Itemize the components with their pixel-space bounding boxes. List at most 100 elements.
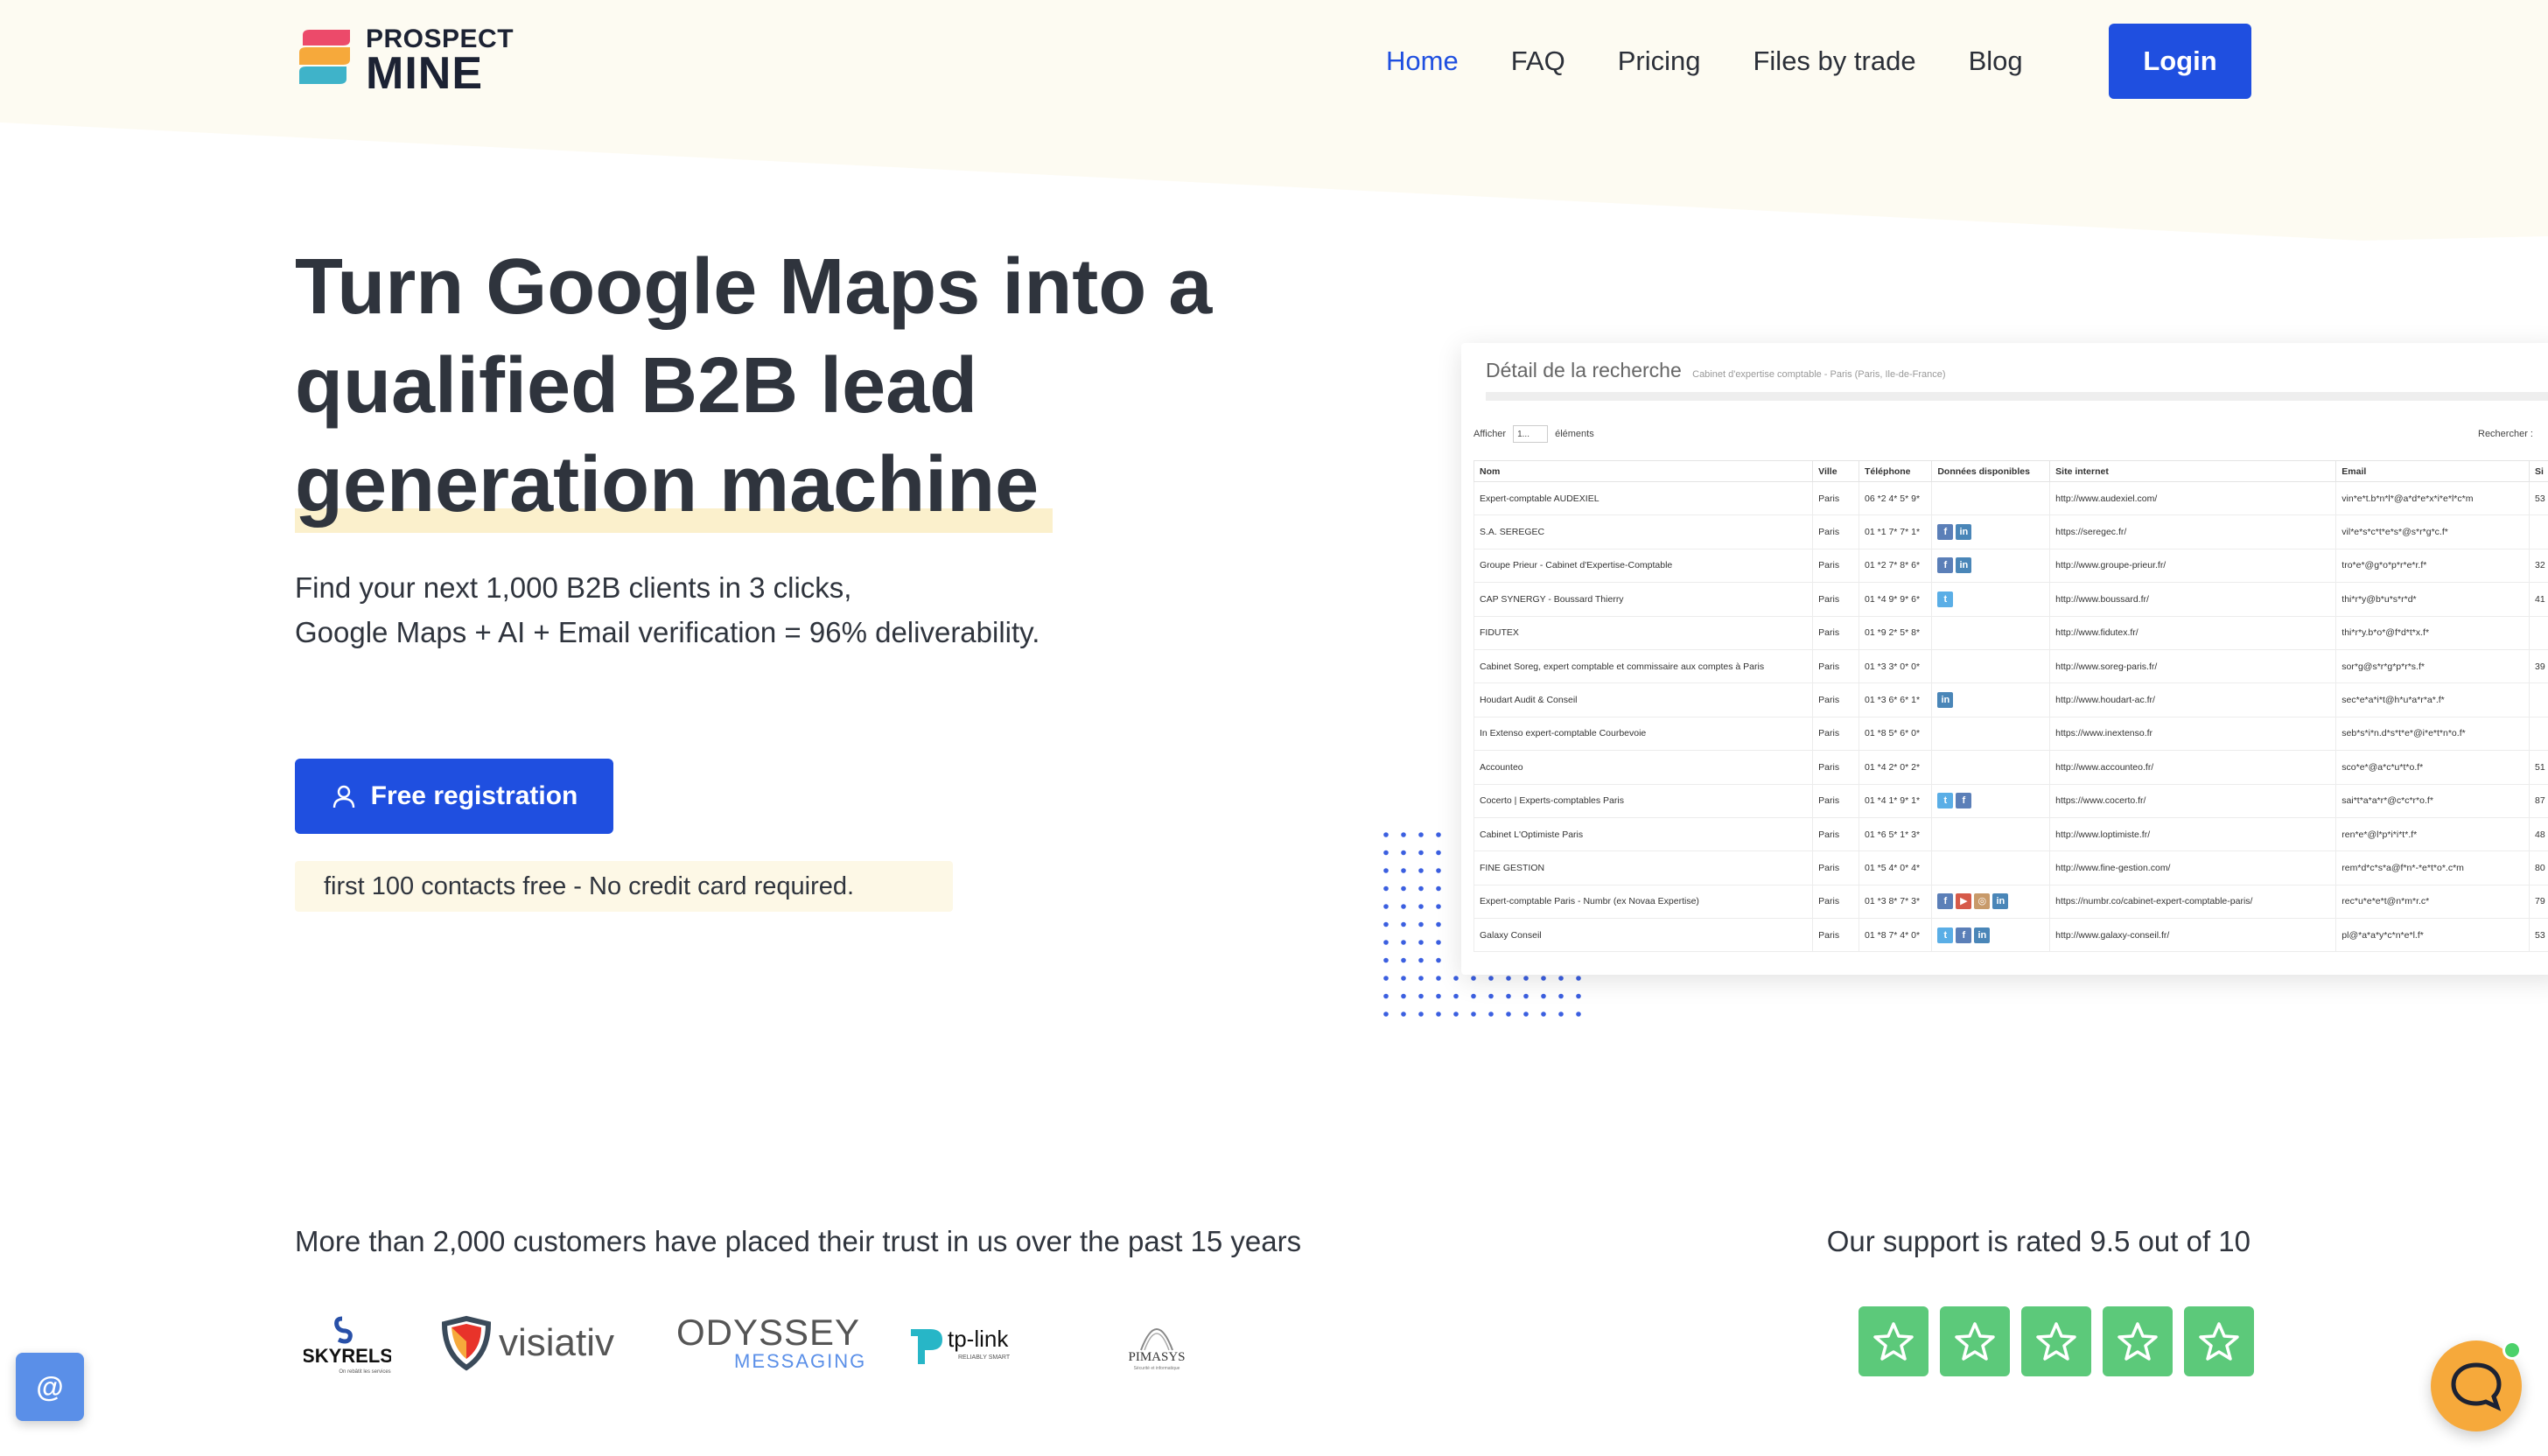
col-email[interactable]: Email	[2335, 460, 2530, 482]
svg-text:PIMASYS: PIMASYS	[1128, 1350, 1185, 1364]
logo-pimasys: PIMASYS Sécurité et informatique	[1122, 1304, 1192, 1382]
cell-phone: 01 *4 1* 9* 1*	[1858, 783, 1933, 818]
cell-city: Paris	[1812, 615, 1860, 650]
cell-city: Paris	[1812, 514, 1860, 550]
login-button[interactable]: Login	[2109, 24, 2251, 99]
table-row[interactable]: Cabinet Soreg, expert comptable et commi…	[1473, 648, 2548, 684]
cell-city: Paris	[1812, 480, 1860, 516]
facebook-icon[interactable]: f	[1956, 793, 1972, 809]
free-registration-button[interactable]: Free registration	[295, 759, 613, 834]
cell-si: 53	[2529, 480, 2548, 516]
cell-social	[1931, 615, 2051, 650]
cell-name: CAP SYNERGY - Boussard Thierry	[1473, 582, 1814, 617]
linkedin-icon[interactable]: in	[1974, 927, 1991, 943]
nav-home[interactable]: Home	[1386, 46, 1459, 77]
facebook-icon[interactable]: f	[1937, 524, 1954, 541]
cell-site: https://www.inextenso.fr	[2049, 716, 2337, 752]
table-row[interactable]: CAP SYNERGY - Boussard Thierry Paris 01 *4…	[1473, 582, 2548, 617]
col-site[interactable]: Site internet	[2049, 460, 2337, 482]
table-row[interactable]: Cocerto | Experts-comptables Paris Paris 0…	[1473, 783, 2548, 818]
facebook-icon[interactable]: f	[1937, 893, 1954, 910]
table-row[interactable]: Houdart Audit & Conseil Paris 01 *3 6* 6* …	[1473, 682, 2548, 718]
cell-email: pl@*a*a*y*c*n*e*l.f*	[2335, 918, 2530, 953]
preview-title-text: Détail de la recherche	[1486, 359, 1682, 382]
instagram-icon[interactable]: ◎	[1974, 893, 1991, 910]
table-row[interactable]: Expert-comptable Paris - Numbr (ex Novaa…	[1473, 884, 2548, 920]
brand-logo[interactable]: PROSPECT MINE	[296, 26, 514, 96]
cell-site: http://www.soreg-paris.fr/	[2049, 648, 2337, 684]
cell-name: Cocerto | Experts-comptables Paris	[1473, 783, 1814, 818]
twitter-icon[interactable]: t	[1937, 927, 1954, 943]
hero-subtitle-line-2: Google Maps + AI + Email verification = …	[295, 616, 1040, 648]
cell-site: http://www.fidutex.fr/	[2049, 615, 2337, 650]
cell-social	[1931, 750, 2051, 785]
cell-email: sai*t*a*a*r*@c*c*r*o.f*	[2335, 783, 2530, 818]
hero-title-line-2: qualified B2B lead	[295, 342, 978, 430]
table-row[interactable]: Expert-comptable AUDEXIEL Paris 06 *2 4* 5…	[1473, 480, 2548, 516]
cell-phone: 01 *9 2* 5* 8*	[1858, 615, 1933, 650]
nav-files-by-trade[interactable]: Files by trade	[1753, 46, 1915, 77]
cell-phone: 01 *8 5* 6* 0*	[1858, 716, 1933, 752]
nav-faq[interactable]: FAQ	[1511, 46, 1565, 77]
cell-city: Paris	[1812, 648, 1860, 684]
cell-social: tf	[1931, 783, 2051, 818]
col-si[interactable]: Si	[2529, 460, 2548, 482]
twitter-icon[interactable]: t	[1937, 793, 1954, 809]
cell-email: ren*e*@l*p*i*i*t*.f*	[2335, 816, 2530, 852]
main-nav: Home FAQ Pricing Files by trade Blog	[1386, 24, 2548, 99]
svg-text:RELIABLY SMART: RELIABLY SMART	[958, 1354, 1011, 1361]
results-table: Nom Ville Téléphone Données disponibles …	[1473, 460, 2548, 953]
facebook-icon[interactable]: f	[1956, 927, 1972, 943]
cell-site: http://www.fine-gestion.com/	[2049, 850, 2337, 886]
email-widget-button[interactable]: @	[16, 1353, 84, 1421]
table-row[interactable]: FIDUTEX Paris 01 *9 2* 5* 8* http://www.fid…	[1473, 615, 2548, 650]
cell-social	[1931, 716, 2051, 752]
preview-elements-label: éléments	[1555, 429, 1594, 439]
linkedin-icon[interactable]: in	[1937, 692, 1954, 709]
cell-si: 53	[2529, 918, 2548, 953]
logo-odyssey: ODYSSEY MESSAGING	[676, 1304, 866, 1382]
logo-text-bottom: MINE	[366, 48, 483, 99]
table-row[interactable]: S.A. SEREGEC Paris 01 *1 7* 7* 1* f in https:…	[1473, 514, 2548, 550]
facebook-icon[interactable]: f	[1937, 557, 1954, 574]
linkedin-icon[interactable]: in	[1956, 557, 1972, 574]
linkedin-icon[interactable]: in	[1992, 893, 2009, 910]
table-row[interactable]: In Extenso expert-comptable Courbevoie Pa…	[1473, 716, 2548, 752]
preview-show-select[interactable]: 1...	[1513, 425, 1549, 443]
table-row[interactable]: Groupe Prieur - Cabinet d'Expertise-Comp…	[1473, 548, 2548, 584]
nav-pricing[interactable]: Pricing	[1618, 46, 1701, 77]
cell-email: vin*e*t.b*n*l*@a*d*e*x*i*e*l*c*m	[2335, 480, 2530, 516]
nav-blog[interactable]: Blog	[1969, 46, 2023, 77]
cell-si: 87	[2529, 783, 2548, 818]
cell-name: Expert-comptable Paris - Numbr (ex Novaa…	[1473, 884, 1814, 920]
cell-social	[1931, 816, 2051, 852]
youtube-icon[interactable]: ▶	[1956, 893, 1972, 910]
linkedin-icon[interactable]: in	[1956, 524, 1972, 541]
col-telephone[interactable]: Téléphone	[1858, 460, 1933, 482]
cell-email: vil*e*s*c*t*e*s*@s*r*g*c.f*	[2335, 514, 2530, 550]
cell-name: FIDUTEX	[1473, 615, 1814, 650]
table-row[interactable]: Cabinet L'Optimiste Paris Paris 01 *6 5* 1…	[1473, 816, 2548, 852]
cell-name: Groupe Prieur - Cabinet d'Expertise-Comp…	[1473, 548, 1814, 584]
table-row[interactable]: Accounteo Paris 01 *4 2* 0* 2* http://www.a…	[1473, 750, 2548, 785]
cell-site: https://www.cocerto.fr/	[2049, 783, 2337, 818]
user-icon	[332, 785, 354, 808]
col-donnees[interactable]: Données disponibles	[1931, 460, 2051, 482]
table-row[interactable]: FINE GESTION Paris 01 *5 4* 0* 4* http://ww…	[1473, 850, 2548, 886]
cell-city: Paris	[1812, 918, 1860, 953]
logo-stack-icon	[299, 30, 350, 84]
table-row[interactable]: Galaxy Conseil Paris 01 *8 7* 4* 0* t f in htt…	[1473, 918, 2548, 953]
col-nom[interactable]: Nom	[1473, 460, 1814, 482]
cell-phone: 01 *6 5* 1* 3*	[1858, 816, 1933, 852]
twitter-icon[interactable]: t	[1937, 591, 1954, 607]
cell-email: sec*e*a*i*t@h*u*a*r*a*.f*	[2335, 682, 2530, 718]
visiativ-wordmark: visiativ	[499, 1321, 615, 1364]
cell-city: Paris	[1812, 850, 1860, 886]
tplink-logo-icon: tp-link RELIABLY SMART	[911, 1326, 1011, 1364]
cell-email: seb*s*i*n.d*s*t*e*@i*e*t*n*o.f*	[2335, 716, 2530, 752]
col-ville[interactable]: Ville	[1812, 460, 1860, 482]
support-rating: Our support is rated 9.5 out of 10	[1826, 1225, 2250, 1257]
cell-city: Paris	[1812, 816, 1860, 852]
cell-si: 32	[2529, 548, 2548, 584]
rating-stars	[1858, 1306, 2265, 1376]
